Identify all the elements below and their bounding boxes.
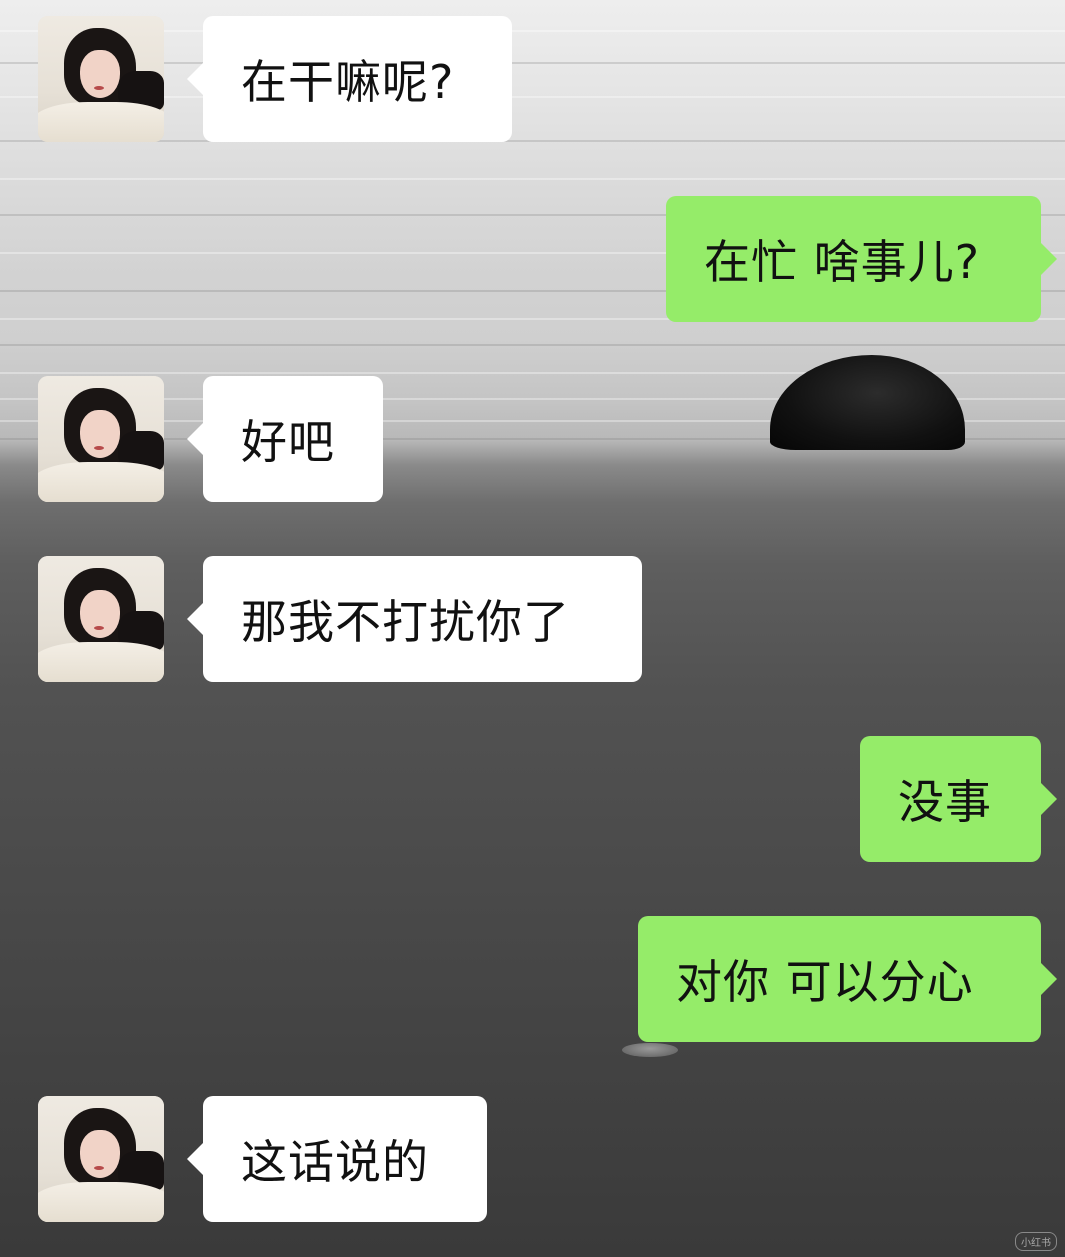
message-bubble-incoming[interactable]: 这话说的 <box>187 1096 487 1222</box>
message-text: 好吧 <box>241 415 335 469</box>
contact-avatar[interactable] <box>38 556 164 682</box>
contact-avatar[interactable] <box>38 376 164 502</box>
message-bubble-outgoing[interactable]: 在忙 啥事儿? <box>666 196 1057 322</box>
message-text: 这话说的 <box>241 1135 429 1189</box>
message-text: 对你 可以分心 <box>676 955 974 1009</box>
message-text: 在干嘛呢? <box>241 55 455 109</box>
watermark: 小红书 <box>1015 1232 1057 1251</box>
pebble-image <box>622 1043 678 1057</box>
rock-image <box>770 355 965 450</box>
message-bubble-incoming[interactable]: 好吧 <box>187 376 383 502</box>
message-bubble-incoming[interactable]: 那我不打扰你了 <box>187 556 642 682</box>
message-bubble-outgoing[interactable]: 对你 可以分心 <box>638 916 1057 1042</box>
message-text: 没事 <box>898 775 992 829</box>
message-text: 那我不打扰你了 <box>241 595 570 649</box>
message-bubble-incoming[interactable]: 在干嘛呢? <box>187 16 512 142</box>
contact-avatar[interactable] <box>38 1096 164 1222</box>
contact-avatar[interactable] <box>38 16 164 142</box>
message-bubble-outgoing[interactable]: 没事 <box>860 736 1057 862</box>
message-text: 在忙 啥事儿? <box>704 235 981 289</box>
